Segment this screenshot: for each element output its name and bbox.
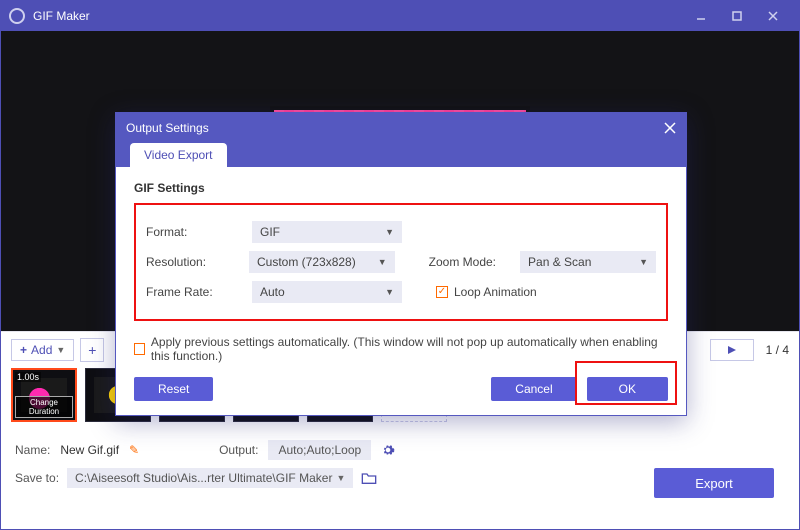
open-folder-icon[interactable] — [361, 471, 377, 485]
plus-button[interactable]: + — [80, 338, 104, 362]
loop-animation-label: Loop Animation — [454, 285, 537, 299]
play-icon — [727, 345, 737, 355]
checkbox-icon — [436, 286, 448, 298]
framerate-select[interactable]: Auto ▼ — [252, 281, 402, 303]
page-indicator: 1 / 4 — [766, 343, 789, 357]
edit-name-icon[interactable]: ✎ — [129, 443, 139, 457]
name-value: New Gif.gif — [60, 443, 119, 457]
framerate-label: Frame Rate: — [146, 285, 238, 299]
zoom-mode-select[interactable]: Pan & Scan ▼ — [520, 251, 656, 273]
saveto-label: Save to: — [15, 471, 59, 485]
reset-button[interactable]: Reset — [134, 377, 213, 401]
name-label: Name: — [15, 443, 50, 457]
zoom-mode-label: Zoom Mode: — [429, 255, 506, 269]
gif-settings-title: GIF Settings — [134, 181, 668, 195]
ok-button[interactable]: OK — [587, 377, 668, 401]
resolution-select[interactable]: Custom (723x828) ▼ — [249, 251, 395, 273]
export-button[interactable]: Export — [654, 468, 774, 498]
chevron-down-icon: ▼ — [385, 227, 394, 237]
dialog-close-button[interactable] — [664, 122, 676, 134]
chevron-down-icon: ▼ — [639, 257, 648, 267]
format-select[interactable]: GIF ▼ — [252, 221, 402, 243]
thumbnail[interactable]: 1.00s Change Duration — [11, 368, 77, 422]
format-label: Format: — [146, 225, 238, 239]
saveto-path-select[interactable]: C:\Aiseesoft Studio\Ais...rter Ultimate\… — [67, 468, 353, 488]
app-logo-icon — [9, 8, 25, 24]
checkbox-icon — [134, 343, 145, 355]
maximize-button[interactable] — [719, 1, 755, 31]
format-value: GIF — [260, 225, 280, 239]
loop-animation-checkbox[interactable]: Loop Animation — [436, 285, 537, 299]
dialog-title: Output Settings — [126, 121, 209, 135]
chevron-down-icon: ▼ — [56, 345, 65, 355]
output-value: Auto;Auto;Loop — [278, 443, 361, 457]
window-title: GIF Maker — [33, 9, 90, 23]
framerate-value: Auto — [260, 285, 285, 299]
chevron-down-icon: ▼ — [378, 257, 387, 267]
thumbnail-duration: 1.00s — [15, 372, 41, 382]
play-button[interactable] — [710, 339, 754, 361]
zoom-mode-value: Pan & Scan — [528, 255, 591, 269]
minimize-button[interactable] — [683, 1, 719, 31]
apply-previous-checkbox[interactable]: Apply previous settings automatically. (… — [134, 335, 668, 363]
output-settings-dialog: Output Settings Video Export GIF Setting… — [115, 112, 687, 416]
cancel-button[interactable]: Cancel — [491, 377, 576, 401]
add-button-label: Add — [31, 343, 52, 357]
saveto-path: C:\Aiseesoft Studio\Ais...rter Ultimate\… — [75, 471, 332, 485]
chevron-down-icon: ▼ — [385, 287, 394, 297]
titlebar: GIF Maker — [1, 1, 799, 31]
tab-video-export[interactable]: Video Export — [130, 143, 227, 167]
add-button[interactable]: + Add ▼ — [11, 339, 74, 361]
resolution-label: Resolution: — [146, 255, 235, 269]
window-close-button[interactable] — [755, 1, 791, 31]
settings-highlight-box: Format: GIF ▼ Resolution: Custom (723x82… — [134, 203, 668, 321]
plus-icon: + — [20, 343, 27, 357]
output-label: Output: — [219, 443, 258, 457]
resolution-value: Custom (723x828) — [257, 255, 356, 269]
change-duration-button[interactable]: Change Duration — [15, 396, 73, 418]
output-settings-icon[interactable] — [381, 443, 395, 457]
chevron-down-icon: ▼ — [336, 473, 345, 483]
apply-previous-label: Apply previous settings automatically. (… — [151, 335, 668, 363]
